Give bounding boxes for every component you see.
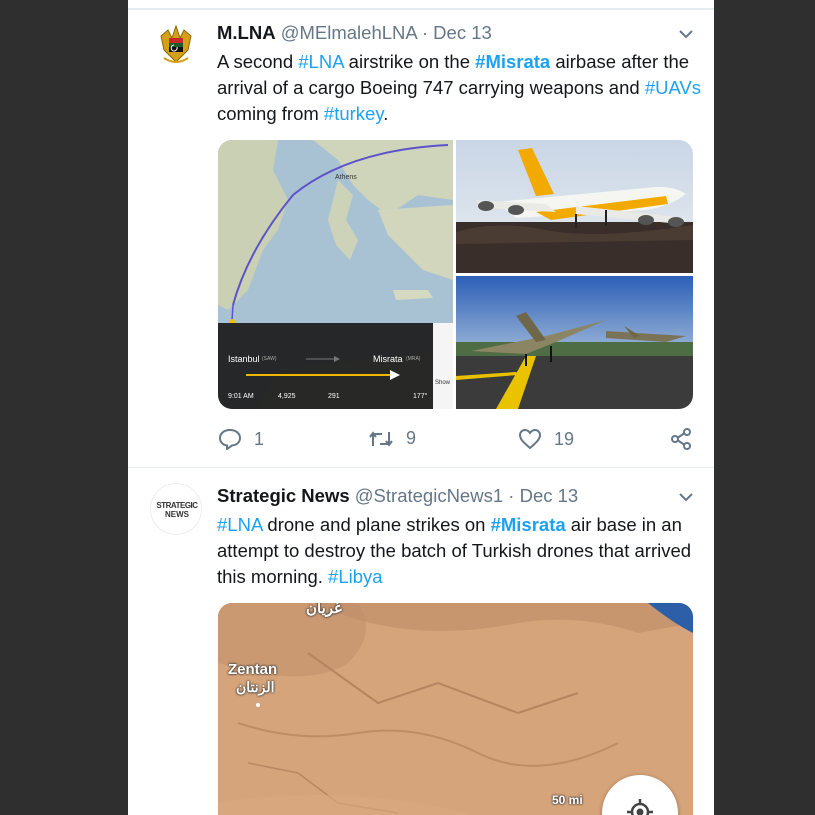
reply-button[interactable]: 1 [218, 428, 264, 450]
crosshair-icon [627, 799, 653, 815]
tweet-text: #LNA drone and plane strikes on #Misrata… [217, 512, 702, 590]
tweet-mlna[interactable]: M.LNA @MElmalehLNA · Dec 13 A second #LN… [128, 0, 714, 468]
timeline: M.LNA @MElmalehLNA · Dec 13 A second #LN… [128, 0, 714, 815]
handle[interactable]: @MElmalehLNA [281, 22, 417, 43]
tweet-text: A second #LNA airstrike on the #Misrata … [217, 49, 702, 127]
map-city-label: Athens [335, 174, 357, 181]
map-image[interactable]: غريان Zentan الزنتان 50 mi [218, 603, 693, 815]
map-scale: 50 mi [552, 793, 583, 807]
tweet-text-segment: drone and plane strikes on [262, 514, 491, 535]
retweet-button[interactable]: 9 [368, 428, 416, 449]
retweet-count: 9 [406, 428, 417, 448]
display-name[interactable]: Strategic News [217, 485, 350, 506]
tweet-text-segment: . [383, 103, 389, 124]
flight-destination-code: (MRA) [406, 356, 421, 362]
flight-destination: Misrata [373, 354, 403, 364]
tweet-date[interactable]: Dec 13 [433, 22, 492, 43]
tweet-date[interactable]: Dec 13 [520, 485, 579, 506]
hashtag-link[interactable]: #Misrata [475, 51, 550, 72]
media-grid[interactable]: Athens Istanbul (SAW) Misrata (MRA) 9:01… [218, 140, 693, 409]
flight-altitude: 4,925 [278, 393, 296, 400]
flight-heading: 177° [413, 393, 428, 400]
share-icon [671, 428, 691, 450]
hashtag-link[interactable]: #LNA [298, 51, 343, 72]
like-count: 19 [554, 428, 575, 449]
reply-icon [218, 428, 242, 450]
flight-origin-code: (SAW) [262, 356, 277, 362]
strategic-news-avatar[interactable]: STRATEGIC NEWS [150, 483, 202, 535]
chevron-down-icon[interactable] [678, 491, 694, 503]
lna-emblem-icon[interactable] [150, 20, 202, 72]
chevron-down-icon[interactable] [678, 28, 694, 40]
tweet-header: M.LNA @MElmalehLNA · Dec 13 [217, 22, 492, 46]
flight-time: 9:01 AM [228, 393, 254, 400]
hashtag-link[interactable]: #LNA [217, 514, 262, 535]
flight-speed: 291 [328, 393, 340, 400]
dot-separator: · [508, 485, 520, 506]
tweet-text-segment: coming from [217, 103, 324, 124]
map-town-top-label: غريان [306, 603, 342, 617]
side-panel-label: Show [435, 380, 451, 386]
share-button[interactable] [670, 428, 692, 450]
reply-count: 1 [254, 428, 265, 449]
hashtag-link[interactable]: #turkey [324, 103, 383, 124]
flight-map-image[interactable]: Athens Istanbul (SAW) Misrata (MRA) 9:01… [218, 140, 453, 409]
handle[interactable]: @StrategicNews1 [355, 485, 503, 506]
tweet-strategic-news[interactable]: STRATEGIC NEWS Strategic News @Strategic… [128, 468, 714, 815]
hashtag-link[interactable]: #UAVs [645, 77, 701, 98]
flight-origin: Istanbul [228, 354, 260, 364]
display-name[interactable]: M.LNA [217, 22, 276, 43]
tweet-text-segment: A second [217, 51, 299, 72]
fighter-jets-photo[interactable] [456, 276, 693, 409]
retweet-icon [369, 430, 393, 447]
like-button[interactable]: 19 [518, 428, 574, 450]
heart-icon [518, 428, 542, 450]
hashtag-link[interactable]: #Libya [328, 566, 383, 587]
avatar-text-2: NEWS [165, 510, 189, 519]
avatar-text-1: STRATEGIC [156, 501, 198, 510]
tweet-actions: 1 9 19 [218, 428, 693, 458]
map-town-label: Zentan [228, 661, 278, 678]
map-town-label-arabic: الزنتان [236, 679, 275, 695]
tweet-text-segment: airstrike on the [343, 51, 476, 72]
cargo-plane-photo[interactable] [456, 140, 693, 273]
hashtag-link[interactable]: #Misrata [491, 514, 566, 535]
tweet-header: Strategic News @StrategicNews1 · Dec 13 [217, 485, 578, 509]
dot-separator: · [421, 22, 434, 43]
